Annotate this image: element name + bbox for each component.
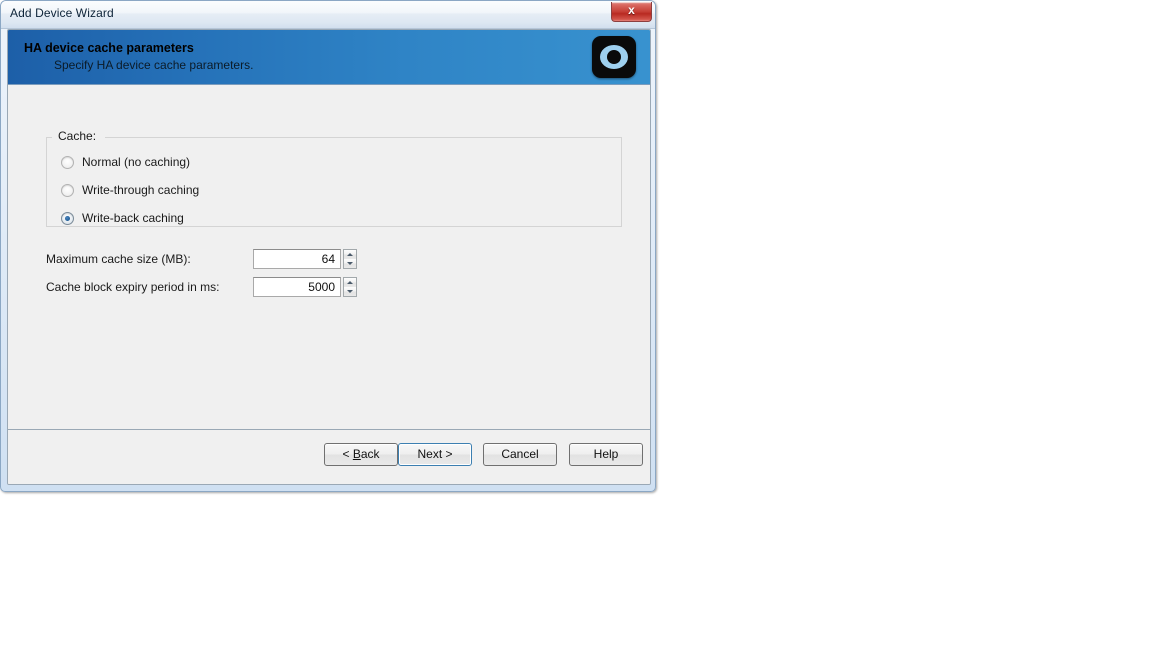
banner-title: HA device cache parameters [24,41,194,55]
max-cache-size-label: Maximum cache size (MB): [46,252,191,266]
radio-label: Write-back caching [82,211,184,225]
wizard-banner: HA device cache parameters Specify HA de… [8,30,650,85]
cache-groupbox: Cache: Normal (no caching) Write-through… [46,129,622,227]
cache-block-expiry-label: Cache block expiry period in ms: [46,280,220,294]
window-title: Add Device Wizard [10,6,114,20]
groupbox-top-left-rule [46,137,52,138]
help-button[interactable]: Help [569,443,643,466]
wizard-body-panel: Cache: Normal (no caching) Write-through… [8,86,650,429]
max-cache-size-stepper[interactable] [253,249,357,269]
cancel-button[interactable]: Cancel [483,443,557,466]
title-bar[interactable]: Add Device Wizard x [1,1,655,29]
back-button[interactable]: < Back [324,443,398,466]
radio-button-icon [61,156,74,169]
add-device-wizard-window: Add Device Wizard x HA device cache para… [0,0,656,492]
max-cache-size-input[interactable] [253,249,341,269]
radio-label: Normal (no caching) [82,155,191,169]
radio-button-selected-icon [61,212,74,225]
banner-subtitle: Specify HA device cache parameters. [54,58,254,72]
cache-groupbox-legend: Cache: [54,129,101,143]
back-button-label: < Back [342,447,380,461]
eye-target-icon [592,36,636,78]
cache-block-expiry-spin-buttons[interactable] [343,277,357,297]
cache-block-expiry-input[interactable] [253,277,341,297]
wizard-footer: < Back Next > Cancel Help [8,429,650,484]
max-cache-size-spin-buttons[interactable] [343,249,357,269]
triangle-down-icon[interactable] [344,287,356,296]
radio-button-icon [61,184,74,197]
radio-label: Write-through caching [82,183,200,197]
close-icon: x [628,3,635,17]
dialog-client-area: HA device cache parameters Specify HA de… [7,29,651,485]
eye-pupil [607,50,621,64]
cache-block-expiry-stepper[interactable] [253,277,357,297]
close-button[interactable]: x [611,2,652,22]
next-button[interactable]: Next > [398,443,472,466]
triangle-down-icon[interactable] [344,259,356,268]
groupbox-top-right-rule [105,137,622,138]
